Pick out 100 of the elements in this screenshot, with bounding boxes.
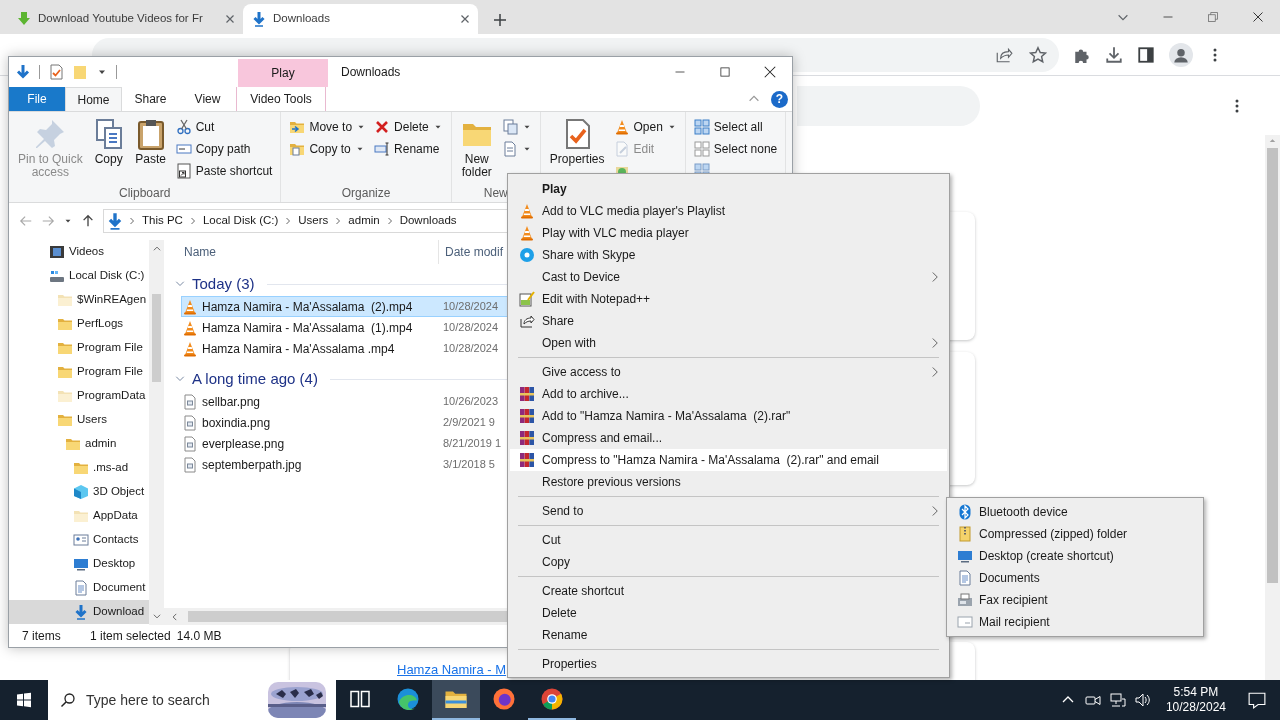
breadcrumb[interactable]: Local Disk (C:)	[200, 212, 281, 230]
ribbon-button[interactable]: New folder	[457, 116, 496, 181]
tree-item[interactable]: Contacts	[9, 528, 149, 552]
notification-icon	[1248, 691, 1266, 709]
breadcrumb[interactable]: admin	[346, 212, 382, 230]
share-icon	[519, 313, 535, 329]
menu-item[interactable]: Restore previous versions	[510, 471, 947, 493]
scroll-thumb[interactable]	[152, 293, 161, 382]
menu-item[interactable]: Share with Skype	[510, 244, 947, 266]
ribbon-button[interactable]: Copy	[89, 116, 128, 168]
tree-item[interactable]: PerfLogs	[9, 312, 149, 336]
ribbon-button[interactable]: Rename	[372, 138, 445, 160]
tree-item[interactable]: Document	[9, 576, 149, 600]
tree-item[interactable]: 3D Object	[9, 480, 149, 504]
file-link[interactable]: Hamza Namira - M	[397, 660, 507, 680]
tree-item[interactable]: $WinREAgen	[9, 288, 149, 312]
menu-item[interactable]: Send to	[510, 500, 947, 522]
tree-item[interactable]: .ms-ad	[9, 456, 149, 480]
breadcrumb[interactable]: Users	[296, 212, 331, 230]
column-header[interactable]: Name	[164, 240, 439, 264]
tree-item[interactable]: ProgramData	[9, 384, 149, 408]
search-field[interactable]: Type here to search	[86, 689, 218, 711]
tree-item[interactable]: Users	[9, 408, 149, 432]
folder-icon	[57, 412, 73, 428]
scrollbar[interactable]	[1265, 135, 1280, 680]
menu-item[interactable]: Play	[510, 178, 947, 200]
ribbon-button[interactable]: Select none	[691, 138, 780, 160]
tree-item[interactable]: Program File	[9, 360, 149, 384]
drive-icon	[49, 268, 65, 284]
menu-item[interactable]: Give access to	[510, 361, 947, 383]
contact-card-icon	[73, 532, 89, 548]
edit-icon	[613, 141, 630, 157]
menu-item[interactable]: Fax recipient	[949, 589, 1201, 611]
tree-item[interactable]: Download	[9, 600, 149, 624]
status-text: 7 items	[22, 628, 62, 645]
text-box-icon	[175, 141, 192, 157]
date-modified: 10/28/2024	[443, 299, 499, 315]
menu-item[interactable]: Desktop (create shortcut)	[949, 545, 1201, 567]
breadcrumb[interactable]: This PC	[140, 212, 185, 230]
menu-item[interactable]: Cast to Device	[510, 266, 947, 288]
menu-item[interactable]: Cut	[510, 529, 947, 551]
menu-item[interactable]: Bluetooth device	[949, 501, 1201, 523]
archive-icon	[519, 408, 535, 424]
tree-item[interactable]: AppData	[9, 504, 149, 528]
clock[interactable]: 5:54 PM 10/28/2024	[1165, 685, 1226, 715]
download-icon	[251, 11, 267, 27]
tree-item[interactable]: admin	[9, 432, 149, 456]
tree-item[interactable]: Local Disk (C:)	[9, 264, 149, 288]
browser-tab[interactable]: Downloads	[243, 4, 478, 34]
ribbon-tab[interactable]: Home	[65, 87, 122, 111]
menu-item[interactable]: Open with	[510, 332, 947, 354]
menu-item[interactable]: Compress and email...	[510, 427, 947, 449]
folder-icon	[289, 141, 306, 157]
group-label: Clipboard	[118, 185, 172, 202]
menu-item[interactable]: Mail recipient	[949, 611, 1201, 633]
checklist-icon	[48, 64, 64, 80]
ribbon-button[interactable]: Delete	[372, 116, 445, 138]
download-icon	[73, 604, 89, 620]
column-header[interactable]: Date modif	[439, 240, 504, 264]
menu-item[interactable]: Copy	[510, 551, 947, 573]
ribbon-button[interactable]: Paste shortcut	[173, 160, 275, 182]
menu-item[interactable]: Rename	[510, 624, 947, 646]
ribbon-button[interactable]: Cut	[173, 116, 275, 138]
taskbar-app[interactable]	[432, 680, 480, 720]
file-name: boxindia.png	[202, 414, 272, 432]
ribbon-button[interactable]: Properties	[546, 116, 608, 168]
tree-item[interactable]: Videos	[9, 240, 149, 264]
breadcrumb[interactable]: Downloads	[397, 212, 459, 230]
menu-item[interactable]: Create shortcut	[510, 580, 947, 602]
ribbon-button[interactable]: Paste	[131, 116, 170, 168]
menu-item[interactable]: Compressed (zipped) folder	[949, 523, 1201, 545]
ribbon-button[interactable]: Open	[611, 116, 679, 138]
menu-item[interactable]: Add to "Hamza Namira - Ma'Assalama (2).rar"	[510, 405, 947, 427]
ribbon-button[interactable]: Select all	[691, 116, 780, 138]
help-button[interactable]: ?	[771, 90, 788, 108]
scrollbar[interactable]	[149, 240, 164, 625]
menu-item[interactable]: Properties	[510, 653, 947, 675]
up-icon	[81, 214, 95, 228]
ribbon-tab[interactable]: Share	[122, 87, 179, 111]
status-text: 1 item selected	[90, 628, 171, 645]
ribbon-tab[interactable]: File	[9, 87, 65, 111]
search-field[interactable]	[797, 85, 980, 126]
browser-icon	[540, 687, 564, 711]
menu-item[interactable]: Documents	[949, 567, 1201, 589]
delete-icon	[374, 119, 391, 135]
ribbon-tab[interactable]: View	[179, 87, 236, 111]
tree-item[interactable]: Desktop	[9, 552, 149, 576]
menu-item[interactable]: Delete	[510, 602, 947, 624]
folder-icon	[72, 64, 88, 80]
menu-item[interactable]: Compress to "Hamza Namira - Ma'Assalama (2).rar" and email	[510, 449, 947, 471]
menu-item[interactable]: Add to archive...	[510, 383, 947, 405]
date-modified: 10/26/2023	[443, 394, 499, 410]
new-tab-icon	[492, 12, 508, 28]
ribbon-button[interactable]: Copy path	[173, 138, 275, 160]
browser-tab[interactable]: Download Youtube Videos for Fr	[8, 4, 243, 34]
contextual-tab[interactable]: Play	[238, 59, 328, 87]
ribbon-button[interactable]: Copy to	[287, 138, 369, 160]
tree-item[interactable]: Program File	[9, 336, 149, 360]
scroll-thumb[interactable]	[1267, 148, 1278, 583]
ribbon-button[interactable]: Move to	[287, 116, 369, 138]
